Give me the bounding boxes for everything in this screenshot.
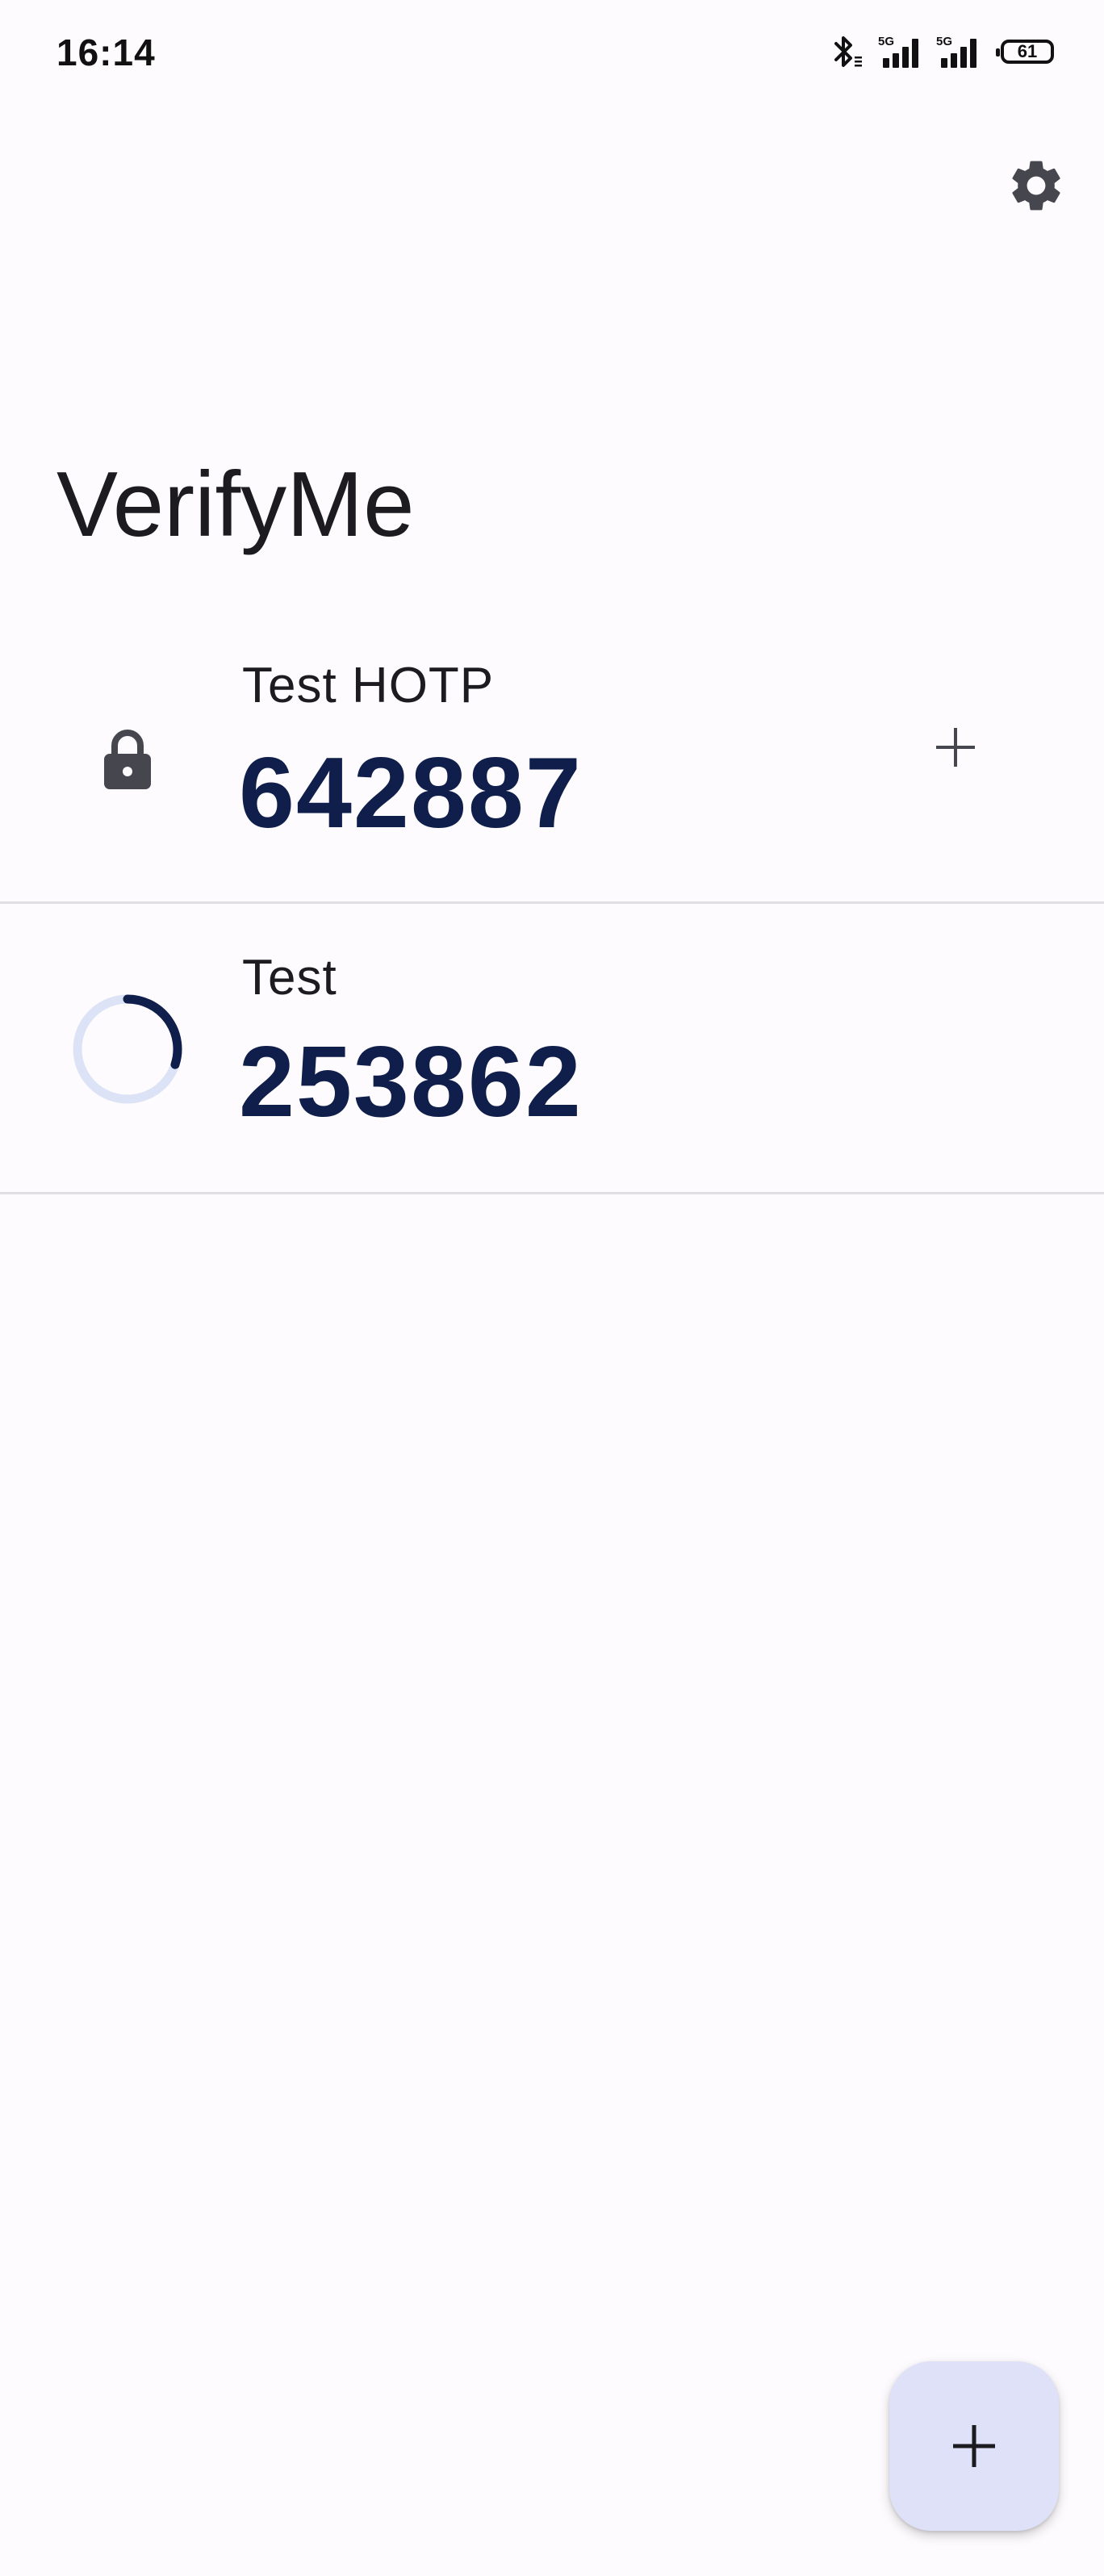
- svg-text:5G: 5G: [936, 35, 952, 48]
- token-list-item[interactable]: Test 253862: [0, 905, 1104, 1194]
- battery-icon: 61: [996, 40, 1054, 64]
- token-name: Test: [242, 950, 337, 1006]
- status-time: 16:14: [56, 31, 156, 73]
- bluetooth-icon: [830, 32, 865, 71]
- token-code[interactable]: 253862: [239, 1025, 583, 1140]
- status-bar: 16:14 5G 5G 61: [0, 0, 1104, 105]
- page-title: VerifyMe: [56, 454, 415, 556]
- status-icons: 5G 5G 61: [830, 32, 1054, 71]
- token-type-icon: [65, 696, 190, 822]
- gear-icon: [1012, 161, 1060, 211]
- plus-icon: [936, 728, 975, 767]
- token-code[interactable]: 642887: [239, 736, 583, 851]
- signal-5g-icon: 5G: [936, 32, 981, 71]
- lock-icon: [104, 730, 151, 789]
- countdown-progress-icon: [73, 994, 182, 1104]
- signal-5g-icon: 5G: [878, 32, 923, 71]
- token-name: Test HOTP: [242, 658, 495, 713]
- increment-counter-button[interactable]: [920, 712, 991, 783]
- add-token-button[interactable]: [889, 2361, 1059, 2531]
- token-type-icon: [65, 986, 190, 1112]
- plus-icon: [953, 2425, 995, 2467]
- battery-level: 61: [1017, 41, 1038, 61]
- svg-text:5G: 5G: [878, 35, 894, 48]
- settings-button[interactable]: [997, 147, 1075, 224]
- token-list-item[interactable]: Test HOTP 642887: [0, 615, 1104, 904]
